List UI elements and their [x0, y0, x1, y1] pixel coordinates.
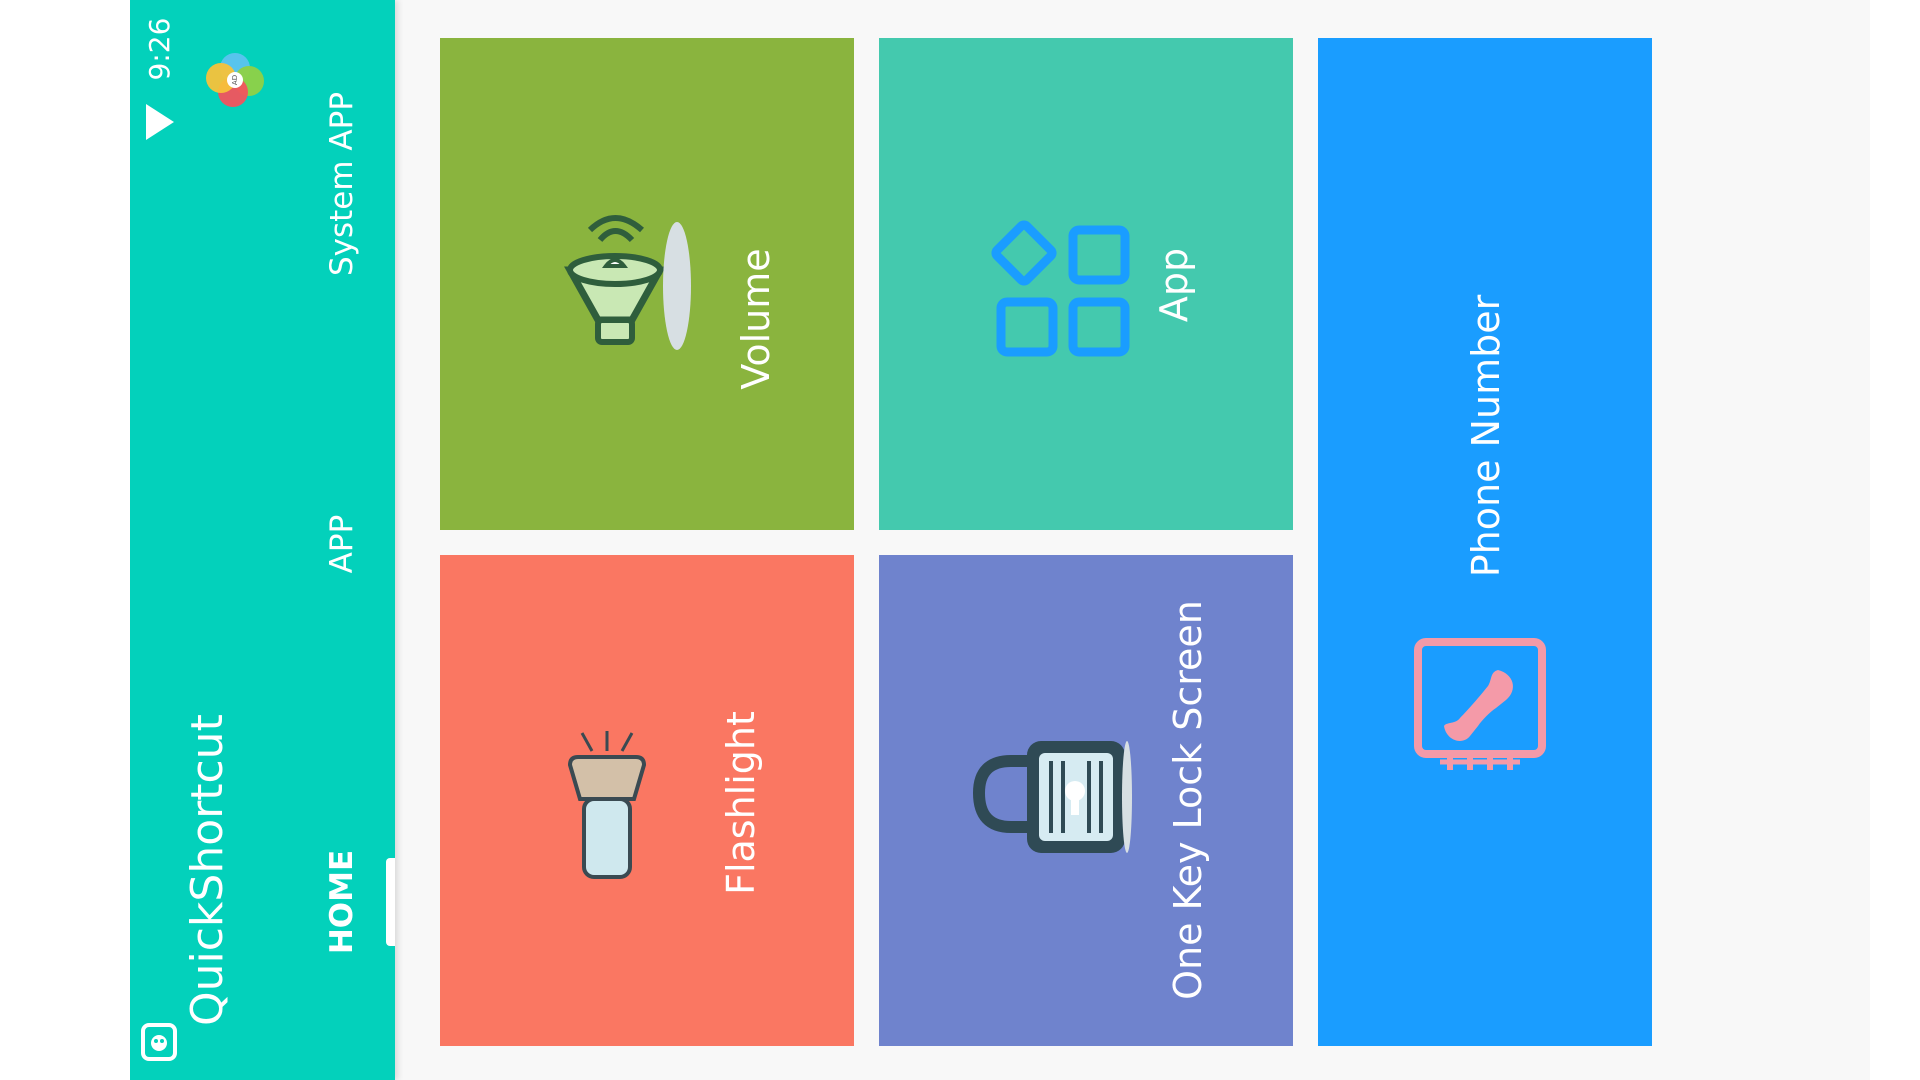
tab-system-app[interactable]: System APP — [322, 89, 362, 279]
app-screen: 9:26 AD System APP APP HOME QuickShortcu… — [130, 0, 1870, 1080]
tile-one-key-lock-screen[interactable]: One Key Lock Screen — [879, 555, 1293, 1046]
wifi-icon — [146, 104, 174, 140]
tile-app[interactable]: App — [879, 38, 1293, 530]
tile-app-label: App — [1152, 247, 1196, 323]
padlock-icon — [972, 741, 1132, 853]
flashlight-icon — [567, 731, 647, 879]
tile-volume-label: Volume — [734, 248, 778, 390]
tile-phone-number[interactable]: Phone Number — [1318, 38, 1652, 1046]
tab-app[interactable]: APP — [322, 484, 362, 604]
app-grid-icon — [991, 220, 1130, 357]
ad-badge: AD — [231, 74, 239, 86]
tile-phone-number-label: Phone Number — [1464, 294, 1508, 578]
status-time: 9:26 — [143, 17, 176, 81]
speaker-icon — [564, 215, 691, 350]
tile-flashlight-label: Flashlight — [719, 711, 763, 895]
sidebar: 9:26 AD System APP APP HOME QuickShortcu… — [130, 0, 395, 1080]
active-tab-indicator — [386, 858, 395, 946]
android-icon — [141, 1023, 177, 1061]
app-title: QuickShortcut — [182, 714, 233, 1026]
tile-one-key-lock-screen-label: One Key Lock Screen — [1166, 600, 1210, 1000]
tab-home[interactable]: HOME — [322, 842, 362, 962]
ad-icon[interactable]: AD — [202, 48, 268, 110]
tile-volume[interactable]: Volume — [440, 38, 854, 530]
phone-icon — [1414, 638, 1546, 770]
tile-flashlight[interactable]: Flashlight — [440, 555, 854, 1046]
